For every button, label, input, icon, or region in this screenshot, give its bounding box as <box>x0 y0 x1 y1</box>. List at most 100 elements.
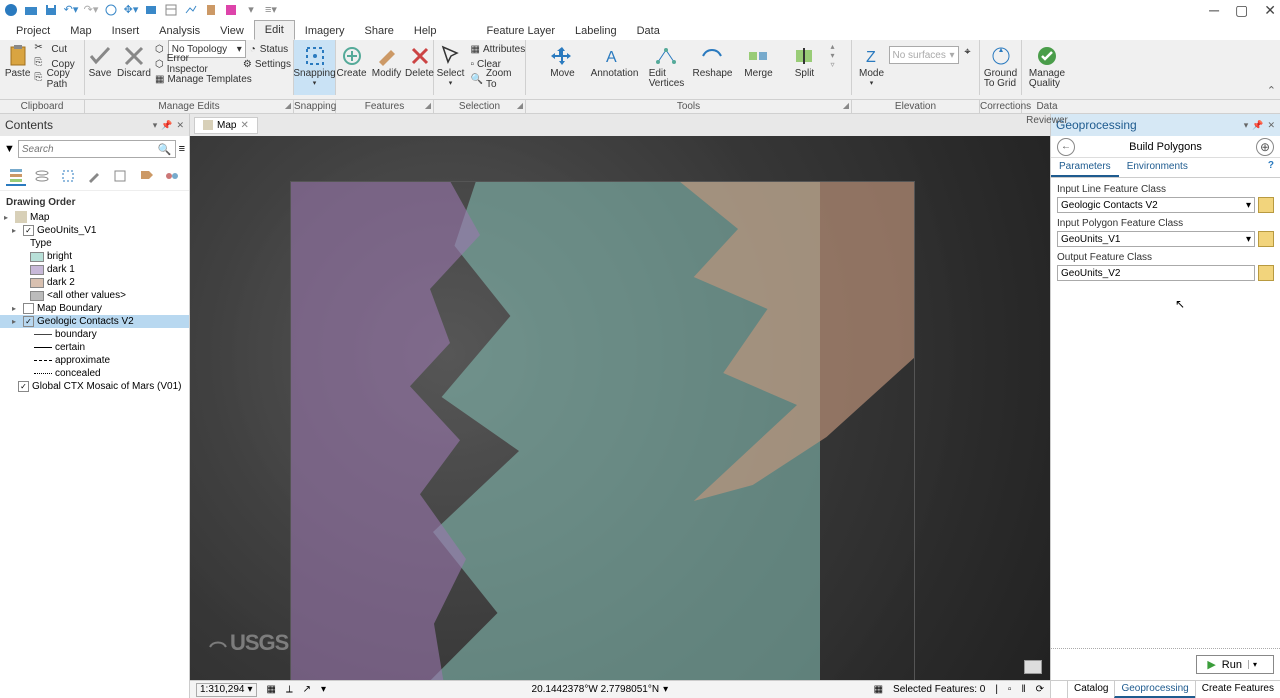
snapping-button[interactable]: Snapping▾ <box>295 42 335 89</box>
tab-help[interactable]: Help <box>404 22 447 40</box>
tab-analysis[interactable]: Analysis <box>149 22 210 40</box>
tool-gallery-up[interactable]: ▴ <box>830 42 834 51</box>
surface-combo[interactable]: No surfaces▾ <box>889 46 959 64</box>
gp-tab-parameters[interactable]: Parameters <box>1051 158 1119 177</box>
class-concealed[interactable]: concealed <box>0 367 189 380</box>
tab-project[interactable]: Project <box>6 22 60 40</box>
tab-share[interactable]: Share <box>355 22 404 40</box>
tab-map[interactable]: Map <box>60 22 101 40</box>
contents-search[interactable]: 🔍 <box>18 140 176 158</box>
class-approximate[interactable]: approximate <box>0 354 189 367</box>
class-dark2[interactable]: dark 2 <box>0 276 189 289</box>
map-node[interactable]: ▸ Map <box>0 210 189 224</box>
contents-menu-icon[interactable]: ▾ <box>153 120 158 131</box>
class-other[interactable]: <all other values> <box>0 289 189 302</box>
list-by-drawing-order-icon[interactable] <box>6 166 26 186</box>
redo-icon[interactable]: ↷▾ <box>84 3 98 17</box>
gp-param3-input[interactable]: GeoUnits_V2 <box>1057 265 1255 281</box>
basemap-icon[interactable] <box>224 3 238 17</box>
class-certain[interactable]: certain <box>0 341 189 354</box>
merge-tool[interactable]: Merge <box>738 42 778 79</box>
sel-item-icon[interactable]: ▫ <box>1008 684 1012 695</box>
contents-close-icon[interactable]: ✕ <box>176 120 184 131</box>
map-canvas[interactable]: USGS <box>190 136 1050 680</box>
modify-button[interactable]: Modify <box>370 42 404 79</box>
discard-edits-button[interactable]: Discard <box>117 42 151 79</box>
tab-feature-layer[interactable]: Feature Layer <box>477 22 565 40</box>
gp-menu-icon[interactable]: ▾ <box>1244 120 1249 131</box>
search-icon[interactable]: 🔍 <box>158 143 172 156</box>
class-dark1[interactable]: dark 1 <box>0 263 189 276</box>
ground-to-grid-button[interactable]: Ground To Grid <box>981 42 1021 89</box>
delete-button[interactable]: Delete <box>406 42 434 79</box>
tab-imagery[interactable]: Imagery <box>295 22 355 40</box>
browse-icon[interactable] <box>1258 197 1274 213</box>
annotation-tool[interactable]: AAnnotation <box>588 42 640 79</box>
layer-checkbox[interactable]: ✓ <box>23 316 34 327</box>
edit-vertices-tool[interactable]: Edit Vertices <box>646 42 686 89</box>
open-icon[interactable] <box>24 3 38 17</box>
tab-labeling[interactable]: Labeling <box>565 22 627 40</box>
copy-path-button[interactable]: ⎘Copy Path <box>32 72 79 86</box>
filter-icon[interactable]: ▼ <box>4 143 15 155</box>
map-tab-close-icon[interactable]: ✕ <box>240 120 248 131</box>
gp-add-button[interactable]: ⊕ <box>1256 138 1274 156</box>
scale-combo[interactable]: 1:310,294▾ <box>196 683 257 697</box>
browse-icon[interactable] <box>1258 265 1274 281</box>
gp-help-icon[interactable]: ? <box>1262 158 1280 177</box>
cut-button[interactable]: ✂Cut <box>32 42 79 56</box>
contents-pin-icon[interactable]: 📌 <box>161 120 172 131</box>
gp-pin-icon[interactable]: 📌 <box>1252 120 1263 131</box>
list-by-editing-icon[interactable] <box>84 166 104 186</box>
gp-tab-environments[interactable]: Environments <box>1119 158 1196 177</box>
map-overview-icon[interactable] <box>1024 660 1042 674</box>
class-boundary[interactable]: boundary <box>0 328 189 341</box>
save-edits-button[interactable]: Save <box>85 42 115 79</box>
ribbon-collapse-button[interactable]: ⌃ <box>1267 84 1276 97</box>
tab-data[interactable]: Data <box>627 22 670 40</box>
tab-edit[interactable]: Edit <box>254 20 295 40</box>
globe-icon[interactable] <box>104 3 118 17</box>
surface-picker-icon[interactable]: ⌖ <box>961 46 975 64</box>
undo-icon[interactable]: ↶▾ <box>64 3 78 17</box>
menu-icon[interactable]: ▾ <box>321 684 326 695</box>
status-button[interactable]: Status <box>260 44 288 55</box>
qat-customize-icon[interactable]: ≡▾ <box>264 3 278 17</box>
reshape-tool[interactable]: Reshape <box>692 42 732 79</box>
tab-view[interactable]: View <box>210 22 254 40</box>
list-by-labeling-icon[interactable] <box>136 166 156 186</box>
bookmark-icon[interactable] <box>204 3 218 17</box>
layer-checkbox[interactable] <box>23 303 34 314</box>
create-button[interactable]: Create <box>336 42 368 79</box>
contents-search-input[interactable] <box>22 144 158 155</box>
dock-tab-catalog[interactable]: Catalog <box>1067 681 1114 698</box>
list-by-perceptual-icon[interactable] <box>162 166 182 186</box>
elevation-mode-button[interactable]: Z Mode▾ <box>857 42 887 89</box>
manage-templates-button[interactable]: ▦Manage Templates <box>153 72 293 86</box>
gp-close-icon[interactable]: ✕ <box>1267 120 1275 131</box>
list-by-source-icon[interactable] <box>32 166 52 186</box>
attributes-button[interactable]: ▦Attributes <box>469 42 525 56</box>
layer-checkbox[interactable]: ✓ <box>23 225 34 236</box>
layer-map-boundary[interactable]: ▸ Map Boundary <box>0 302 189 315</box>
qat-more-icon[interactable]: ▾ <box>244 3 258 17</box>
snap-chip-icon[interactable]: ▦ <box>267 684 276 695</box>
gp-run-button[interactable]: ▶ Run ▾ <box>1196 655 1274 674</box>
layer-geo-contacts[interactable]: ▸✓ Geologic Contacts V2 <box>0 315 189 328</box>
paste-button[interactable]: Paste <box>5 42 31 79</box>
search-options-icon[interactable]: ≡ <box>179 143 185 155</box>
pause-icon[interactable]: ‖ <box>1021 684 1025 695</box>
class-bright[interactable]: bright <box>0 250 189 263</box>
manage-quality-button[interactable]: Manage Quality <box>1024 42 1070 89</box>
close-button[interactable]: ✕ <box>1264 2 1276 19</box>
save-icon[interactable] <box>44 3 58 17</box>
maximize-button[interactable]: ▢ <box>1235 2 1248 19</box>
map-tab[interactable]: Map ✕ <box>194 117 258 134</box>
tool-gallery-more[interactable]: ▿ <box>830 60 834 69</box>
minimize-button[interactable]: ─ <box>1209 2 1219 19</box>
add-data-icon[interactable] <box>144 3 158 17</box>
select-button[interactable]: Select▾ <box>435 42 467 89</box>
gp-param1-input[interactable]: Geologic Contacts V2▾ <box>1057 197 1255 213</box>
constraint-icon[interactable]: ⟂ <box>286 684 293 695</box>
settings-button[interactable]: Settings <box>255 59 291 70</box>
